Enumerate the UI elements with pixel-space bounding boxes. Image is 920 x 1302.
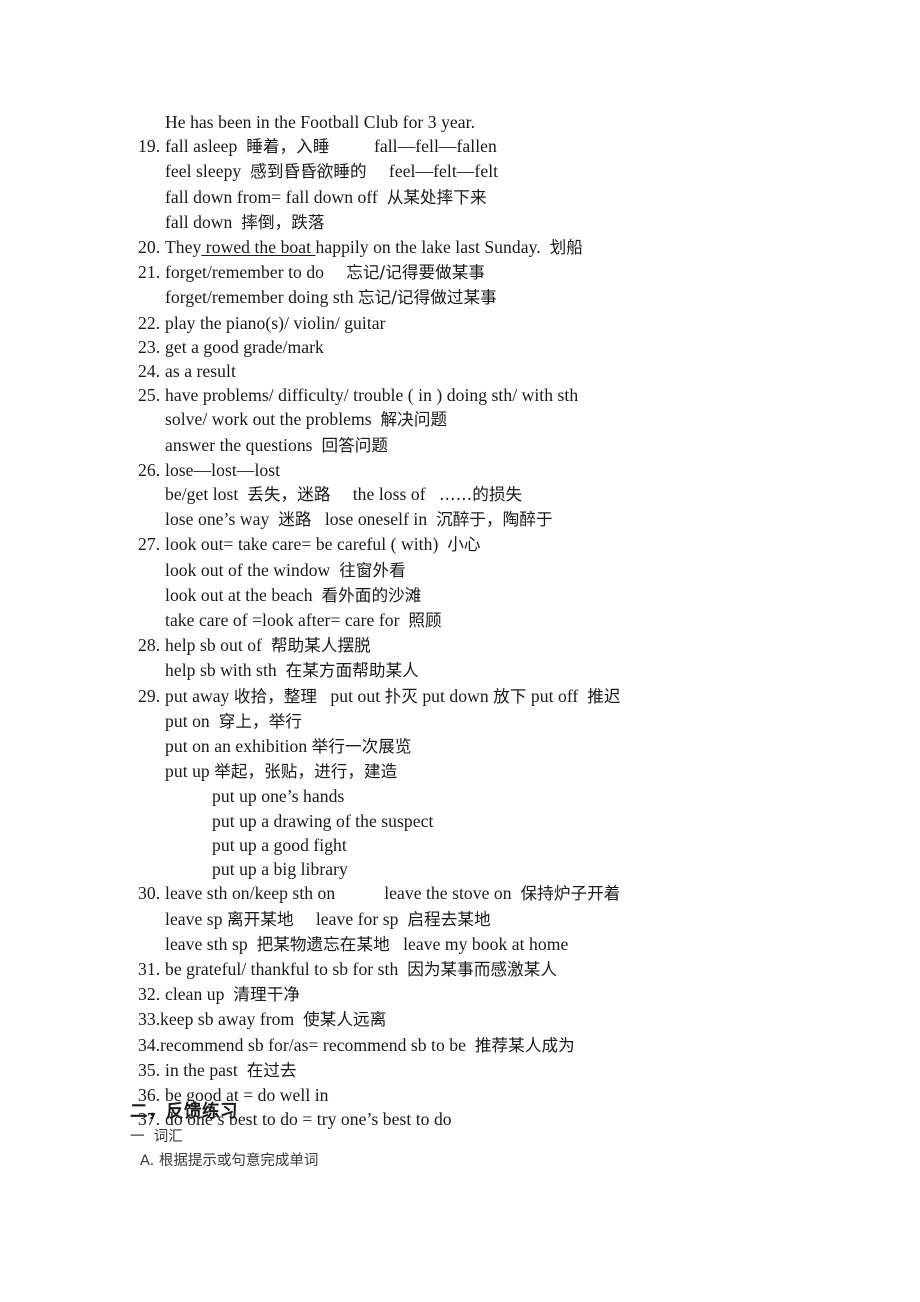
item-number: 31.: [138, 958, 161, 979]
item-number: 24.: [138, 361, 161, 382]
item-number: 27.: [138, 534, 161, 555]
list-item-27: 27. look out= take care= be careful ( wit…: [138, 532, 878, 557]
item-number: 32.: [138, 984, 161, 1005]
list-item-26-line3: lose one’s way 迷路 lose oneself in 沉醉于，陶醉…: [165, 509, 553, 530]
list-item-20: 20. They rowed the boat happily on the la…: [138, 235, 878, 260]
item-number: 34.: [138, 1034, 161, 1055]
list-item-33: 33. keep sb away from 使某人远离: [138, 1007, 878, 1032]
item-number: 25.: [138, 385, 161, 406]
list-item-29-example-4: put up a big library: [212, 859, 348, 880]
list-item-29-example-1: put up one’s hands: [212, 786, 345, 807]
task-instruction: A. 根据提示或句意完成单词: [140, 1153, 319, 1169]
list-item-34: 34. recommend sb for/as= recommend sb to …: [138, 1033, 878, 1058]
list-item-25-line3: answer the questions 回答问题: [165, 434, 389, 455]
list-item-27-line2: look out of the window 往窗外看: [165, 559, 406, 580]
underlined-phrase: rowed the boat: [201, 237, 316, 258]
item-number: 29.: [138, 685, 161, 706]
item-number: 20.: [138, 237, 161, 258]
list-item-19-line2: feel sleepy 感到昏昏欲睡的 feel—felt—felt: [165, 161, 499, 182]
list-item-31: 31. be grateful/ thankful to sb for sth 因…: [138, 957, 878, 982]
item-number: 28.: [138, 635, 161, 656]
list-item-21-line2: forget/remember doing sth 忘记/记得做过某事: [165, 287, 497, 308]
list-item-30-line3: leave sth sp 把某物遗忘在某地 leave my book at h…: [165, 933, 569, 954]
list-item-27-line4: take care of =look after= care for 照顾: [165, 610, 442, 631]
document-page: He has been in the Football Club for 3 y…: [0, 0, 920, 1302]
item-number: 26.: [138, 459, 161, 480]
item-number: 30.: [138, 883, 161, 904]
item-number: 21.: [138, 262, 161, 283]
list-item-19: 19. fall asleep 睡着，入睡 fall—fell—fallen: [138, 134, 878, 159]
list-item-25: 25. have problems/ difficulty/ trouble ( …: [138, 383, 878, 407]
list-item-28: 28. help sb out of 帮助某人摆脱: [138, 633, 878, 658]
list-item-29-example-2: put up a drawing of the suspect: [212, 810, 434, 831]
list-item-29-line3: put on an exhibition 举行一次展览: [165, 736, 412, 757]
list-item-25-line2: solve/ work out the problems 解决问题: [165, 409, 448, 430]
list-item-29-line4: put up 举起，张贴，进行，建造: [165, 761, 398, 782]
list-item-29-example-3: put up a good fight: [212, 834, 347, 855]
list-item-35: 35. in the past 在过去: [138, 1058, 878, 1083]
list-item-21: 21. forget/remember to do 忘记/记得要做某事: [138, 260, 878, 285]
item-number: 33.: [138, 1009, 161, 1030]
list-item-32: 32. clean up 清理干净: [138, 982, 878, 1007]
list-item-29-line2: put on 穿上，举行: [165, 710, 302, 731]
subsection-heading: 一 词汇: [130, 1129, 183, 1145]
list-item-30: 30. leave sth on/keep sth on leave the st…: [138, 881, 878, 906]
list-item-22: 22. play the piano(s)/ violin/ guitar: [138, 311, 878, 335]
list-item-30-line2: leave sp 离开某地 leave for sp 启程去某地: [165, 908, 491, 929]
list-item-26: 26. lose—lost—lost: [138, 458, 878, 482]
lead-sentence: He has been in the Football Club for 3 y…: [165, 112, 476, 132]
item-number: 22.: [138, 312, 161, 333]
item-number: 35.: [138, 1059, 161, 1080]
practice-section: 二，反馈练习 一 词汇 A. 根据提示或句意完成单词: [130, 1100, 830, 1173]
item-number: 23.: [138, 336, 161, 357]
item-number: 19.: [138, 136, 161, 157]
list-item-28-line2: help sb with sth 在某方面帮助某人: [165, 660, 419, 681]
list-item-23: 23. get a good grade/mark: [138, 335, 878, 359]
list-item-27-line3: look out at the beach 看外面的沙滩: [165, 584, 422, 605]
notes-body: He has been in the Football Club for 3 y…: [138, 110, 878, 1131]
list-item-24: 24. as a result: [138, 359, 878, 383]
section-heading: 二，反馈练习: [130, 1102, 238, 1122]
list-item-19-line4: fall down 摔倒，跌落: [165, 211, 325, 232]
list-item-19-line3: fall down from= fall down off 从某处摔下来: [165, 186, 487, 207]
list-item-29: 29. put away 收拾，整理 put out 扑灭 put down 放下…: [138, 684, 878, 709]
list-item-26-line2: be/get lost 丢失，迷路 the loss of ……的损失: [165, 484, 523, 505]
